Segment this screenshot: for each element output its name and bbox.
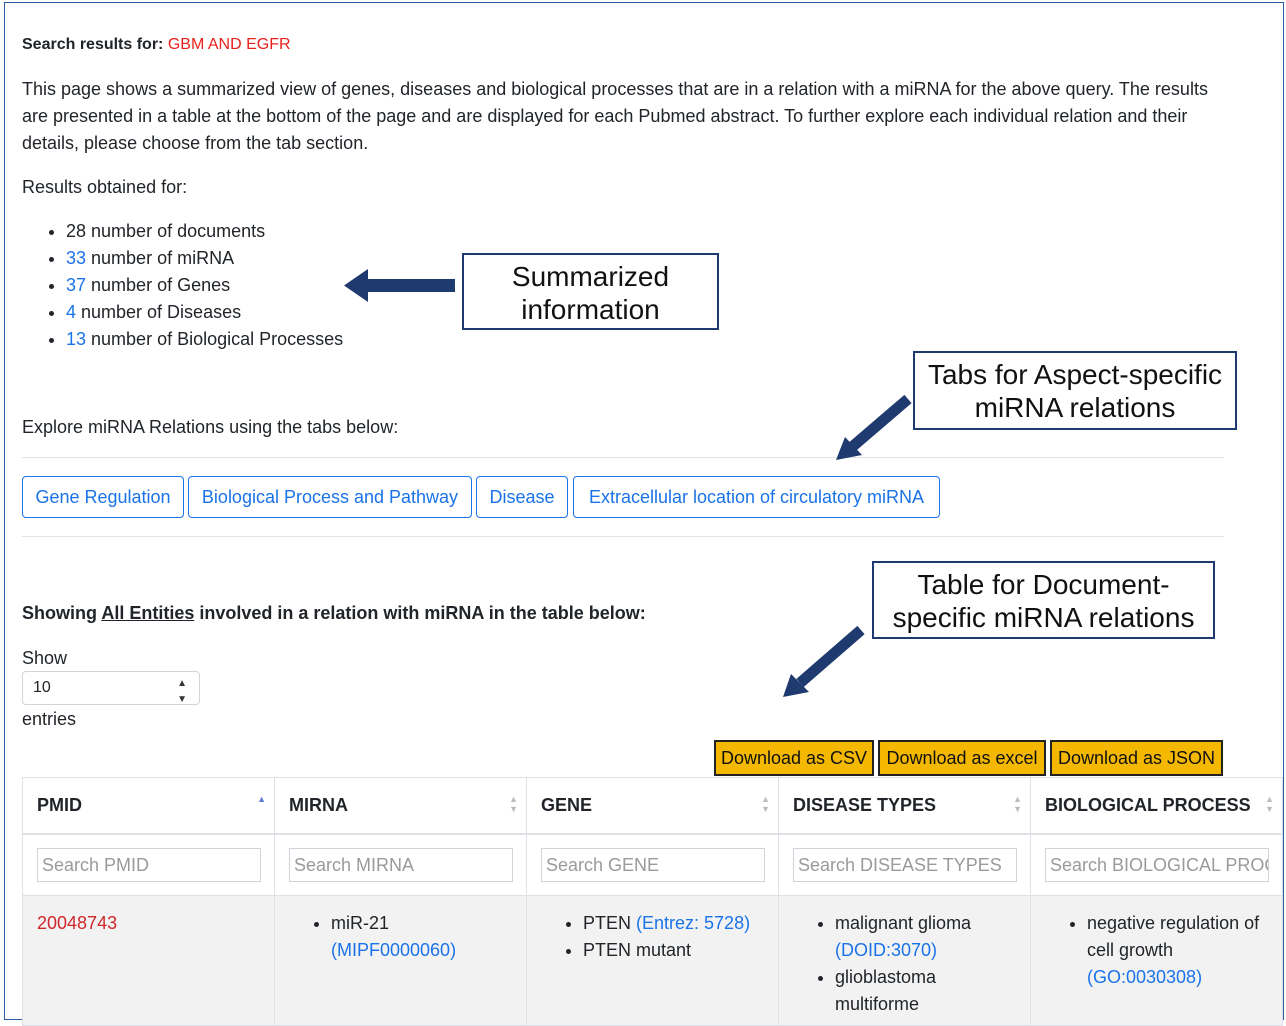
arrow-down-left-icon [836,394,912,460]
arrow-left-icon [344,269,455,302]
annotation-arrows [344,269,912,697]
arrow-down-left-icon [783,625,865,697]
